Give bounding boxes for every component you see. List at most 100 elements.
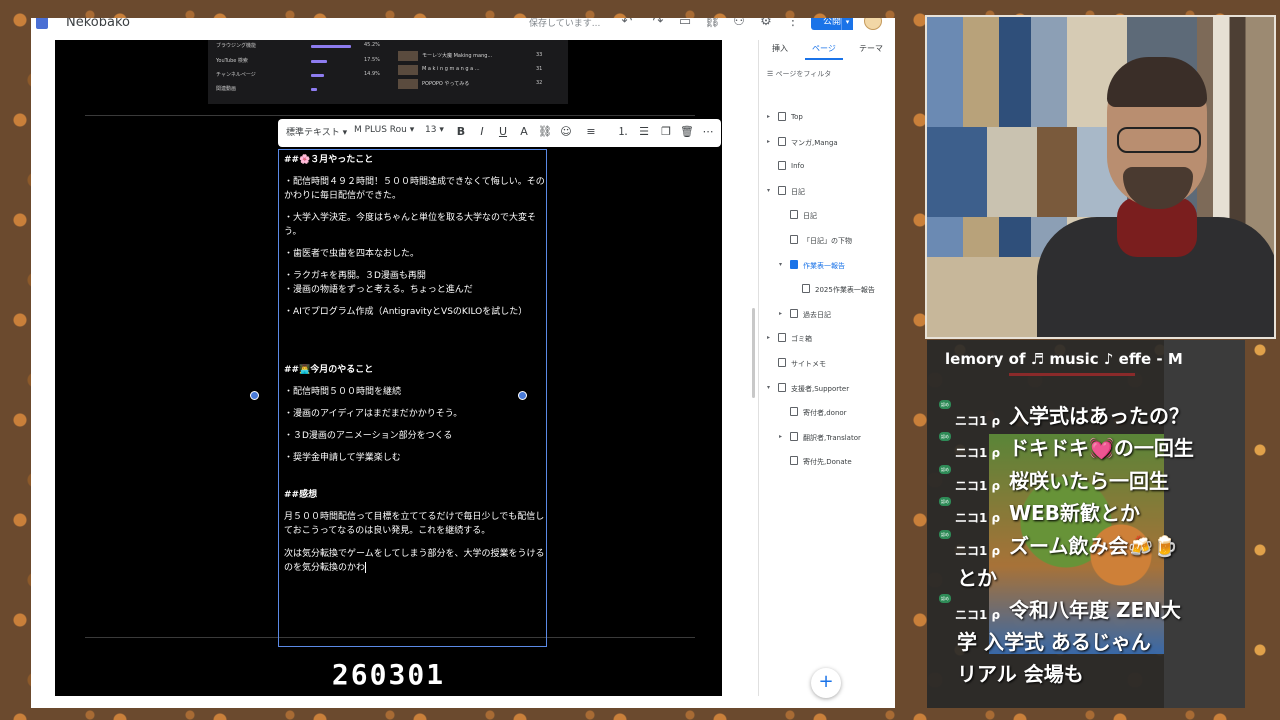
tab-pages[interactable]: ページ [812, 43, 836, 54]
sidebar-item-label: Info [791, 162, 805, 170]
page-filter[interactable]: ☰ ページをフィルタ [767, 69, 831, 79]
tab-themes[interactable]: テーマ [859, 43, 883, 54]
sidebar-item-label: 日記 [791, 188, 805, 196]
delete-icon[interactable]: 🗑 [679, 124, 695, 140]
settings-icon[interactable]: ⚙ [758, 18, 774, 30]
page-icon [778, 383, 786, 392]
align-icon[interactable]: ≡ [583, 124, 599, 140]
paragraph[interactable]: ・配信時間４９２時間！５００時間達成できなくて悔しい。そのかわりに毎日配信ができ… [284, 175, 546, 203]
paragraph[interactable]: ・漫画の物語をずっと考える。ちょっと進んだ [284, 283, 546, 297]
sidebar-item-page[interactable]: ▾ 支援者,Supporter [759, 383, 895, 397]
sidebar-item-label: 日記 [803, 212, 817, 220]
share-icon[interactable]: ⚇ [731, 18, 747, 30]
sites-editor-window: Nekobako 保存しています... ↶ ↷ ▭ ⛓ ⚇ ⚙ ⋮ 公開 ▾ ブ… [31, 18, 895, 708]
sidebar-item-page[interactable]: 2025作業表一報告 [759, 284, 895, 298]
paragraph[interactable]: ・ラクガキを再開。３D漫画も再開 [284, 269, 546, 283]
sidebar-item-page[interactable]: ▸ マンガ,Manga [759, 137, 895, 151]
resize-handle-right[interactable] [518, 391, 527, 400]
sidebar-item-page[interactable]: ▸ 過去日記 [759, 309, 895, 323]
text-style-select[interactable]: 標準テキスト ▾ [286, 125, 347, 138]
filter-icon: ☰ [767, 70, 776, 78]
sidebar-item-page[interactable]: 日記 [759, 210, 895, 224]
sidebar-item-page[interactable]: 「日記」の下物 [759, 235, 895, 249]
tab-insert[interactable]: 挿入 [772, 43, 788, 54]
sidebar-item-page[interactable]: ▸ ゴミ箱 [759, 333, 895, 347]
paragraph[interactable]: ・配信時間５００時間を継続 [284, 385, 546, 399]
more-icon[interactable]: ⋯ [700, 124, 716, 140]
glasses [1117, 127, 1201, 153]
emoji-icon[interactable]: ☺ [558, 124, 574, 140]
publish-dropdown-icon[interactable]: ▾ [841, 18, 853, 30]
font-size-select[interactable]: 13 ▾ [425, 125, 444, 135]
paragraph[interactable]: 次は気分転換でゲームをしてしまう部分を、大学の授業をうけるのを気分転換のかわ [284, 547, 546, 575]
paragraph[interactable]: ・大学入学決定。今度はちゃんと単位を取る大学なので大変そう。 [284, 211, 546, 239]
text-color-icon[interactable]: A [516, 124, 532, 140]
heading[interactable]: ##🌸３月やったこと [284, 153, 546, 167]
sidebar-item-label: Top [791, 113, 803, 121]
underline-icon[interactable]: U [495, 124, 511, 140]
more-vert-icon[interactable]: ⋮ [785, 18, 801, 30]
page-canvas[interactable]: ブラウジング機能 45.2% YouTube 検索 17.5% チャンネルページ… [55, 40, 722, 696]
canvas-scrollbar[interactable] [752, 308, 755, 398]
sidebar-item-page[interactable]: ▾ 日記 [759, 186, 895, 200]
page-icon [802, 284, 810, 293]
embed-row-bar [311, 74, 324, 77]
expand-caret-icon[interactable]: ▸ [767, 334, 770, 341]
bold-icon[interactable]: B [453, 124, 469, 140]
collapse-caret-icon[interactable]: ▾ [779, 261, 782, 268]
comment-badge: 認め [939, 594, 951, 603]
sidebar-item-label: 作業表一報告 [803, 262, 845, 270]
paragraph[interactable]: ・歯医者で虫歯を四本なおした。 [284, 247, 546, 261]
paragraph[interactable]: ・奨学金申請して学業楽しむ [284, 451, 546, 465]
chat-comment: 認め ニコ1 ρ ズーム飲み会🍻🍺とか [939, 530, 1239, 594]
page-icon [790, 260, 798, 269]
sidebar-item-label: 寄付先,Donate [803, 458, 852, 466]
sidebar-item-page[interactable]: ▸ Top [759, 112, 895, 126]
sidebar-item-page[interactable]: ▸ 翻訳者,Translator [759, 432, 895, 446]
sidebar-item-page[interactable]: Info [759, 161, 895, 175]
resize-handle-left[interactable] [250, 391, 259, 400]
paragraph[interactable]: ・AIでプログラム作成（AntigravityとVSのKILOを試した） [284, 305, 546, 319]
link-icon[interactable]: ⛓ [704, 18, 721, 30]
paragraph[interactable]: ・３D漫画のアニメーション部分をつくる [284, 429, 546, 443]
avatar[interactable] [864, 18, 882, 30]
add-page-button[interactable]: + [811, 668, 841, 698]
bullet-list-icon[interactable]: ☰ [636, 124, 652, 140]
date-heading[interactable]: 260301 [55, 658, 722, 691]
expand-caret-icon[interactable]: ▸ [779, 310, 782, 317]
sidebar-item-page[interactable]: 寄付先,Donate [759, 456, 895, 470]
paragraph[interactable]: 月５００時間配信って目標を立ててるだけで毎日少しでも配信しておこうってなるのは良… [284, 510, 546, 538]
page-icon [778, 137, 786, 146]
font-select[interactable]: M PLUS Rou ▾ [354, 125, 414, 135]
page-icon [778, 333, 786, 342]
heading[interactable]: ##感想 [284, 488, 546, 502]
collapse-caret-icon[interactable]: ▾ [767, 384, 770, 391]
expand-caret-icon[interactable]: ▸ [767, 113, 770, 120]
link-icon[interactable]: ⛓ [537, 124, 553, 140]
analytics-embed: ブラウジング機能 45.2% YouTube 検索 17.5% チャンネルページ… [208, 40, 568, 104]
heading[interactable]: ##👨‍💻今月のやること [284, 363, 546, 377]
redo-icon[interactable]: ↷ [650, 18, 666, 30]
copy-icon[interactable]: ❐ [658, 124, 674, 140]
comment-badge: 認め [939, 400, 951, 409]
sidebar-item-page[interactable]: 寄付者,donor [759, 407, 895, 421]
preview-icon[interactable]: ▭ [677, 18, 693, 30]
page-icon [790, 456, 798, 465]
sidebar-item-page[interactable]: ▾ 作業表一報告 [759, 260, 895, 274]
undo-icon[interactable]: ↶ [619, 18, 635, 30]
paragraph[interactable]: ・漫画のアイディアはまだまだかかりそう。 [284, 407, 546, 421]
page-icon [778, 186, 786, 195]
embed-video-row: POPOPO やってみる 32 [398, 78, 558, 90]
numbered-list-icon[interactable]: ⒈ [615, 124, 631, 140]
site-title[interactable]: Nekobako [66, 18, 130, 30]
expand-caret-icon[interactable]: ▸ [767, 138, 770, 145]
expand-caret-icon[interactable]: ▸ [779, 433, 782, 440]
collapse-caret-icon[interactable]: ▾ [767, 187, 770, 194]
video-title: モーレツ大魔 Making mang... [422, 53, 493, 59]
page-icon [790, 235, 798, 244]
sites-logo-icon[interactable] [36, 18, 48, 29]
text-box[interactable]: ##🌸３月やったこと ・配信時間４９２時間！５００時間達成できなくて悔しい。その… [278, 149, 547, 647]
embed-row: 関連動画 [216, 85, 386, 95]
sidebar-item-page[interactable]: サイトメモ [759, 358, 895, 372]
italic-icon[interactable]: I [474, 124, 490, 140]
